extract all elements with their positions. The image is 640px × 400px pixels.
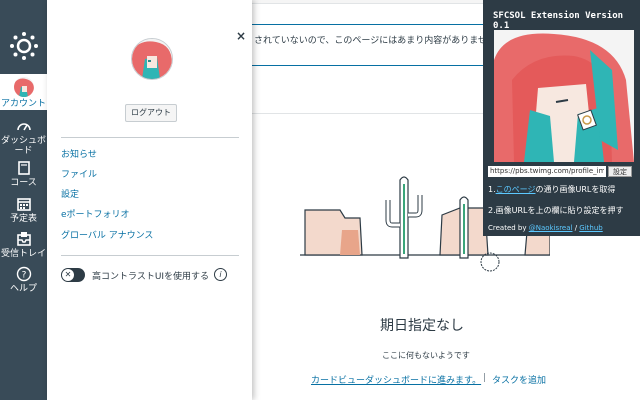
add-task-link[interactable]: タスクを追加	[492, 373, 546, 386]
nav-item-courses[interactable]: コース	[0, 160, 47, 188]
extension-title: SFCSOL Extension Version 0.1	[493, 11, 624, 31]
image-url-input[interactable]	[488, 166, 606, 177]
credit-prefix: Created by	[488, 224, 529, 232]
nav-label-calendar: 予定表	[9, 214, 37, 224]
banner-text: されていないので、このページにはあまり内容がありませ	[254, 36, 487, 46]
step-1-suffix: の通り画像URLを取得	[535, 185, 616, 194]
book-icon	[17, 161, 30, 175]
nav-label-courses: コース	[10, 178, 37, 188]
tray-link-files[interactable]: ファイル	[61, 170, 97, 181]
nav-label-inbox: 受信トレイ	[0, 249, 46, 259]
nav-label-dashboard: ダッシュボード	[0, 136, 46, 156]
author-link[interactable]: @Naokisreal	[529, 224, 573, 232]
close-icon[interactable]: ×	[236, 30, 246, 42]
toggle-off-icon: ✕	[62, 269, 74, 281]
extension-preview-image	[494, 30, 634, 162]
profile-avatar	[131, 38, 173, 80]
step-1-prefix: 1.	[488, 185, 496, 194]
empty-state-subtitle: ここに何もないようです	[382, 351, 470, 360]
nav-item-account[interactable]: アカウント	[0, 74, 47, 110]
step-1: 1.このページの通り画像URLを取得	[488, 184, 615, 195]
help-icon: ?	[16, 266, 31, 282]
nav-item-help[interactable]: ? ヘルプ	[0, 266, 47, 294]
calendar-icon	[16, 198, 31, 211]
tray-divider-bottom	[61, 255, 239, 256]
tray-link-notifications[interactable]: お知らせ	[61, 150, 97, 161]
logout-button[interactable]: ログアウト	[125, 104, 177, 122]
nav-label-account: アカウント	[0, 99, 46, 109]
avatar	[13, 77, 34, 97]
dashboard-icon	[16, 123, 31, 131]
nav-item-dashboard[interactable]: ダッシュボード	[0, 118, 47, 156]
extension-popup: SFCSOL Extension Version 0.1 設定 1.このページの…	[483, 0, 640, 236]
nav-item-calendar[interactable]: 予定表	[0, 196, 47, 224]
inbox-icon	[16, 232, 31, 246]
tray-link-settings[interactable]: 設定	[61, 190, 79, 201]
svg-text:?: ?	[21, 271, 26, 281]
step-2: 2.画像URLを上の欄に貼り設定を押す	[488, 206, 624, 215]
high-contrast-toggle[interactable]: ✕	[61, 268, 85, 282]
tray-divider-top	[61, 137, 239, 138]
cta-separator: |	[483, 373, 487, 383]
info-icon[interactable]: i	[214, 268, 227, 281]
set-button[interactable]: 設定	[608, 166, 632, 177]
nav-label-help: ヘルプ	[9, 284, 37, 294]
this-page-link[interactable]: このページ	[496, 185, 536, 194]
canvas-logo-icon[interactable]	[9, 31, 39, 61]
card-view-dashboard-link[interactable]: カードビューダッシュボードに進みます。	[311, 373, 481, 386]
credit-line: Created by @Naokisreal / Github	[488, 224, 603, 232]
high-contrast-label: 高コントラストUIを使用する	[92, 272, 210, 282]
tray-link-eportfolio[interactable]: eポートフォリオ	[61, 210, 130, 221]
empty-state-title: 期日指定なし	[380, 318, 464, 334]
nav-item-inbox[interactable]: 受信トレイ	[0, 231, 47, 259]
tray-link-global-announcements[interactable]: グローバル アナウンス	[61, 231, 153, 242]
github-link[interactable]: Github	[579, 224, 602, 232]
